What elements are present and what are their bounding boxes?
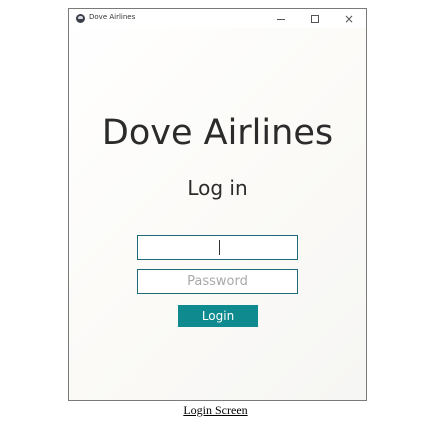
close-button[interactable]: × (332, 9, 366, 28)
title-bar[interactable]: Dove Airlines × (69, 9, 366, 28)
username-field[interactable] (137, 235, 298, 260)
app-window: Dove Airlines × Dove Airlines Log in Log… (68, 8, 367, 401)
maximize-icon (311, 14, 319, 23)
text-cursor (219, 240, 220, 255)
figure-caption: Login Screen (183, 403, 248, 417)
maximize-button[interactable] (298, 9, 332, 28)
close-icon: × (343, 11, 355, 26)
password-field[interactable] (137, 269, 298, 294)
minimize-button[interactable] (264, 9, 298, 28)
window-title: Dove Airlines (89, 13, 136, 21)
login-subheading: Log in (187, 176, 248, 200)
dove-app-icon (76, 14, 85, 23)
app-heading: Dove Airlines (101, 113, 334, 153)
minimize-icon (277, 18, 285, 20)
login-button[interactable]: Login (178, 305, 258, 327)
